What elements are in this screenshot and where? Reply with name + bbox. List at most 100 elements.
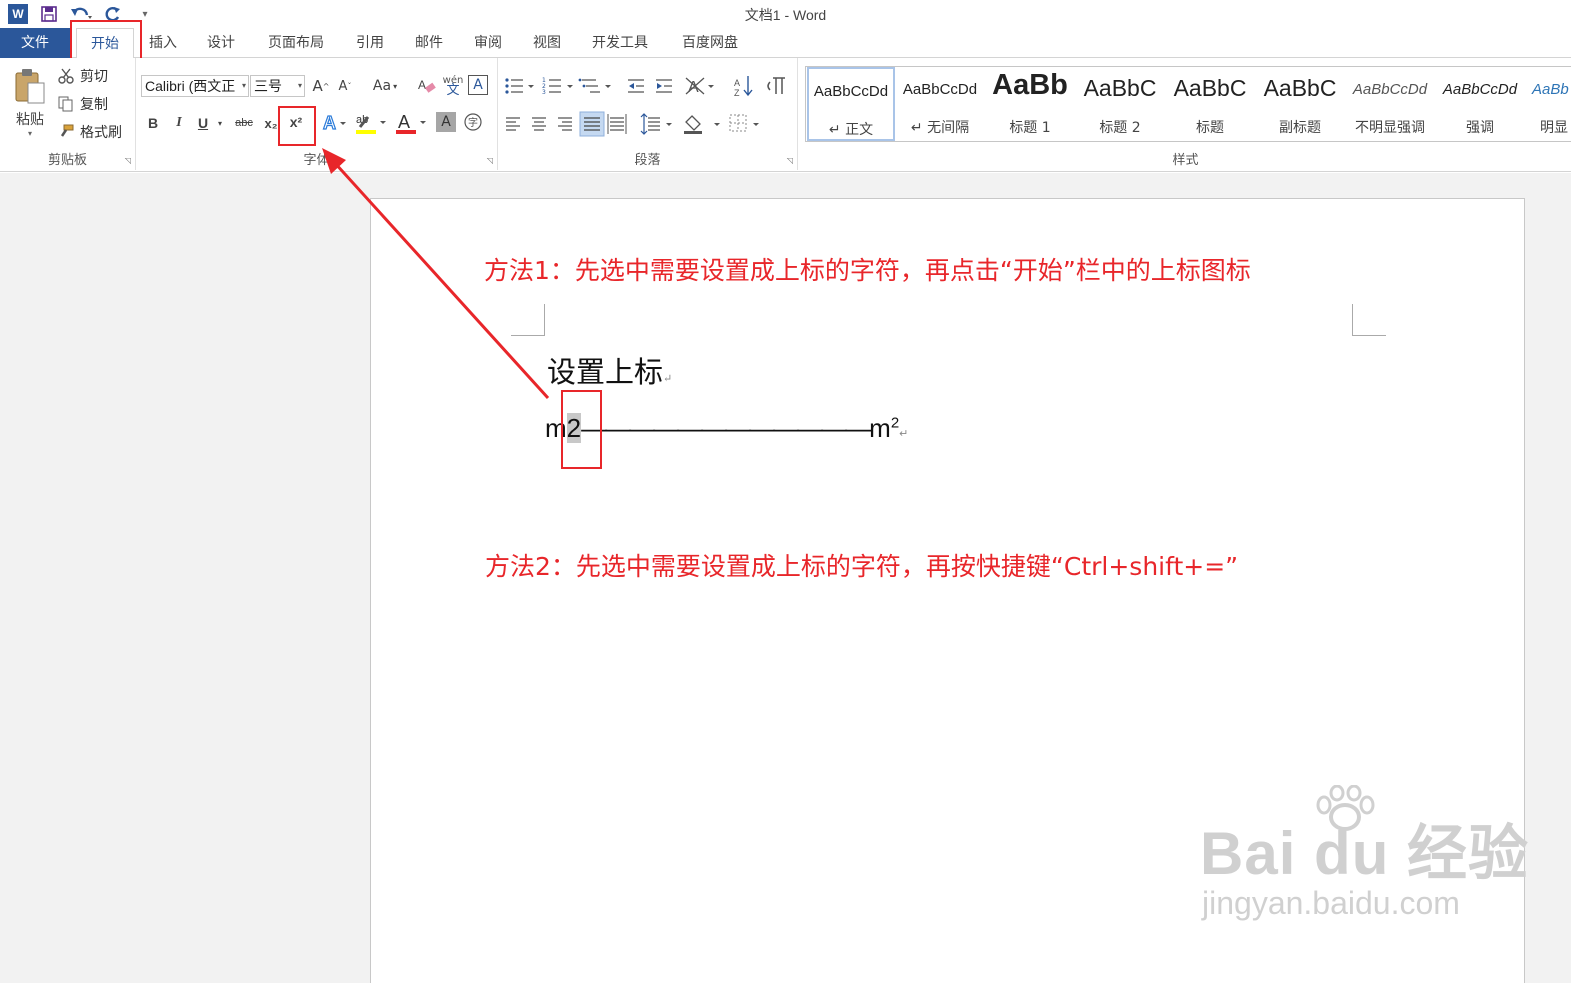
style-intense-emphasis-sample: AaBb bbox=[1532, 81, 1569, 98]
enclose-characters-button[interactable]: 字 bbox=[462, 111, 484, 133]
title-bar: W ▾ 文档1 - Word bbox=[0, 0, 1571, 28]
style-title-sample: AaBbC bbox=[1173, 75, 1247, 101]
shrink-font-icon: A bbox=[338, 78, 348, 94]
scissors-icon bbox=[58, 68, 74, 84]
clipboard-group: 粘贴 ▾ 剪切 复制 格式刷 剪贴板 ◹ bbox=[0, 58, 136, 170]
style-heading-1-name: 标题 1 bbox=[1009, 120, 1051, 136]
cut-button[interactable]: 剪切 bbox=[58, 66, 108, 86]
tab-page-layout[interactable]: 页面布局 bbox=[258, 28, 334, 58]
align-left-icon[interactable] bbox=[506, 117, 520, 131]
numbering-icon[interactable]: 123 bbox=[542, 77, 573, 96]
text-effects-button[interactable]: A bbox=[322, 111, 348, 135]
eraser-icon: A bbox=[418, 78, 436, 93]
underline-button[interactable]: U bbox=[194, 112, 212, 134]
font-name-combo[interactable]: Calibri (西文正 ▾ bbox=[141, 75, 249, 97]
bold-button[interactable]: B bbox=[144, 112, 162, 134]
font-name-value: Calibri (西文正 bbox=[145, 78, 236, 94]
superscript-highlight-box bbox=[278, 106, 316, 146]
tab-view[interactable]: 视图 bbox=[523, 28, 571, 58]
increase-indent-icon[interactable] bbox=[656, 79, 672, 93]
copy-icon bbox=[58, 96, 73, 112]
copy-button[interactable]: 复制 bbox=[58, 94, 108, 114]
tab-insert[interactable]: 插入 bbox=[140, 28, 186, 58]
distributed-icon[interactable] bbox=[607, 114, 627, 134]
tab-developer[interactable]: 开发工具 bbox=[582, 28, 658, 58]
clipboard-launcher-icon[interactable]: ◹ bbox=[125, 156, 131, 165]
style-emphasis-sample: AaBbCcDd bbox=[1442, 81, 1518, 98]
justify-icon[interactable] bbox=[579, 111, 605, 137]
paragraph-launcher-icon[interactable]: ◹ bbox=[787, 156, 793, 165]
font-size-combo[interactable]: 三号 ▾ bbox=[250, 75, 305, 97]
style-subtitle[interactable]: AaBbC 副标题 bbox=[1256, 67, 1344, 141]
format-painter-button[interactable]: 格式刷 bbox=[58, 122, 122, 142]
grow-font-icon: A bbox=[312, 77, 323, 95]
sort-icon[interactable]: AZ bbox=[734, 76, 753, 98]
tab-design[interactable]: 设计 bbox=[198, 28, 244, 58]
text-effects-icon: A bbox=[322, 112, 346, 134]
copy-label: 复制 bbox=[80, 97, 108, 113]
chinese-layout-icon[interactable]: A bbox=[685, 77, 714, 96]
style-no-spacing[interactable]: AaBbCcDd ↵ 无间隔 bbox=[896, 67, 984, 141]
clear-formatting-button[interactable]: A bbox=[416, 75, 438, 97]
style-intense-emphasis[interactable]: AaBb 明显 bbox=[1526, 67, 1571, 141]
style-heading-2[interactable]: AaBbC 标题 2 bbox=[1076, 67, 1164, 141]
decrease-indent-icon[interactable] bbox=[628, 79, 644, 93]
svg-text:A: A bbox=[734, 78, 740, 88]
borders-icon[interactable] bbox=[729, 114, 759, 132]
ribbon-tab-bar: 文件 开始 插入 设计 页面布局 引用 邮件 审阅 视图 开发工具 百度网盘 bbox=[0, 28, 1571, 59]
character-shading-button[interactable]: A bbox=[436, 112, 456, 132]
change-case-button[interactable]: Aa ▾ bbox=[368, 75, 402, 97]
watermark-url: jingyan.baidu.com bbox=[1202, 885, 1460, 921]
font-name-dropdown-icon: ▾ bbox=[241, 81, 246, 90]
underline-dropdown-icon[interactable]: ▾ bbox=[214, 112, 226, 134]
font-launcher-icon[interactable]: ◹ bbox=[487, 156, 493, 165]
format-painter-icon bbox=[60, 124, 74, 137]
document-heading[interactable]: 设置上标↵ bbox=[547, 349, 672, 391]
tab-references[interactable]: 引用 bbox=[346, 28, 394, 58]
style-heading-1[interactable]: AaBb 标题 1 bbox=[986, 67, 1074, 141]
show-hide-marks-icon[interactable] bbox=[767, 77, 785, 94]
grow-font-button[interactable]: A ^ bbox=[310, 75, 332, 97]
multilevel-list-icon[interactable] bbox=[578, 78, 611, 93]
tab-review[interactable]: 审阅 bbox=[464, 28, 512, 58]
align-center-icon[interactable] bbox=[532, 117, 546, 131]
style-normal-name: ↵ 正文 bbox=[828, 122, 874, 138]
shrink-font-button[interactable]: Aˇ bbox=[334, 75, 356, 97]
annotation-method-2: 方法2：先选中需要设置成上标的字符，再按快捷键“Ctrl+shift+=” bbox=[485, 552, 1239, 581]
svg-text:A: A bbox=[323, 113, 336, 133]
style-subtle-emphasis[interactable]: AaBbCcDd 不明显强调 bbox=[1346, 67, 1434, 141]
highlighter-icon: ab bbox=[356, 114, 386, 134]
style-emphasis-name: 强调 bbox=[1466, 120, 1494, 136]
character-border-icon: A bbox=[473, 77, 483, 93]
style-heading-2-name: 标题 2 bbox=[1099, 120, 1141, 136]
style-emphasis[interactable]: AaBbCcDd 强调 bbox=[1436, 67, 1524, 141]
paste-label: 粘贴 bbox=[16, 111, 44, 128]
style-normal[interactable]: AaBbCcDd ↵ 正文 bbox=[807, 67, 895, 141]
home-tab-highlight-box bbox=[70, 20, 142, 63]
align-right-icon[interactable] bbox=[558, 117, 572, 131]
margin-corner-top-left bbox=[511, 304, 545, 336]
dash-line-text: ———————————— bbox=[581, 413, 871, 443]
phonetic-guide-button[interactable]: wén 文 bbox=[442, 73, 464, 99]
style-title[interactable]: AaBbC 标题 bbox=[1166, 67, 1254, 141]
line-spacing-icon[interactable] bbox=[640, 113, 672, 135]
style-subtle-emphasis-sample: AaBbCcDd bbox=[1352, 81, 1428, 98]
paste-button[interactable]: 粘贴 ▾ bbox=[8, 64, 52, 140]
font-group: Calibri (西文正 ▾ 三号 ▾ A ^ Aˇ Aa ▾ A wén 文 A B… bbox=[136, 58, 498, 170]
style-heading-1-sample: AaBb bbox=[992, 69, 1068, 101]
paragraph-mark-icon: ↵ bbox=[663, 372, 673, 385]
tab-file[interactable]: 文件 bbox=[0, 28, 70, 58]
text-highlight-button[interactable]: ab bbox=[354, 110, 388, 136]
shading-icon[interactable] bbox=[684, 115, 720, 134]
font-size-value: 三号 bbox=[254, 78, 282, 94]
font-group-label: 字体 bbox=[303, 153, 330, 168]
italic-button[interactable]: I bbox=[170, 112, 188, 134]
strikethrough-button[interactable]: abc bbox=[230, 112, 258, 134]
tab-mailings[interactable]: 邮件 bbox=[405, 28, 453, 58]
bullets-icon[interactable] bbox=[505, 78, 534, 94]
tab-baidu-netdisk[interactable]: 百度网盘 bbox=[671, 28, 749, 58]
character-border-button[interactable]: A bbox=[468, 75, 488, 95]
styles-group-label: 样式 bbox=[1172, 153, 1199, 168]
font-color-button[interactable]: A bbox=[394, 110, 428, 136]
paragraph-mark-icon-2: ↵ bbox=[899, 428, 909, 440]
